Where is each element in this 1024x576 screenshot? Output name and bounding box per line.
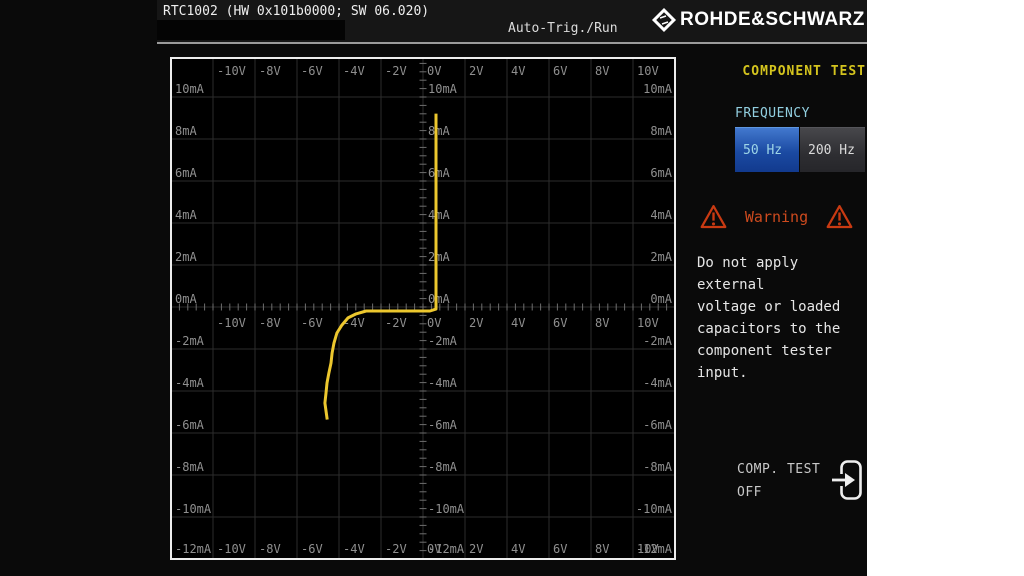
trigger-status: Auto-Trig./Run [508,21,618,36]
titlebar-black-box [157,20,345,40]
svg-text:8mA: 8mA [175,124,197,138]
svg-text:2mA: 2mA [175,250,197,264]
svg-text:4V: 4V [511,542,525,556]
svg-text:-4mA: -4mA [643,376,673,390]
svg-text:-8mA: -8mA [428,460,458,474]
iv-curve-canvas: -10V -8V -6V -4V -2V 0V 2V 4V 6V 8V 10V -10V -8V -6V -… [172,59,674,558]
frequency-button-group: 50 Hz 200 Hz [735,127,865,172]
svg-text:2V: 2V [469,316,483,330]
svg-text:10mA: 10mA [175,82,205,96]
svg-text:10mA: 10mA [428,82,458,96]
frequency-section-label: FREQUENCY [735,106,810,121]
svg-text:-8mA: -8mA [643,460,673,474]
svg-text:6V: 6V [553,542,567,556]
comp-test-off-button[interactable]: COMP. TEST OFF [737,458,866,504]
svg-text:6mA: 6mA [175,166,197,180]
titlebar-divider [157,42,867,44]
svg-text:-2mA: -2mA [428,334,458,348]
brand-name: ROHDE&SCHWARZ [680,9,865,31]
svg-text:8V: 8V [595,542,609,556]
svg-text:-2mA: -2mA [643,334,673,348]
svg-text:6mA: 6mA [650,166,672,180]
exit-icon [831,458,865,502]
svg-text:10V: 10V [637,316,659,330]
oscilloscope-screen: RTC1002 (HW 0x101b0000; SW 06.020) Auto-… [0,0,867,576]
svg-text:-8V: -8V [259,542,281,556]
svg-text:-10mA: -10mA [636,502,673,516]
svg-text:-6mA: -6mA [643,418,673,432]
svg-text:-4mA: -4mA [175,376,205,390]
frequency-200hz-button[interactable]: 200 Hz [800,127,865,172]
svg-text:0mA: 0mA [428,292,450,306]
comp-test-off-line1: COMP. TEST [737,458,820,481]
svg-text:-6mA: -6mA [175,418,205,432]
svg-text:-2V: -2V [385,64,407,78]
svg-text:-6V: -6V [301,64,323,78]
svg-text:0V: 0V [427,316,441,330]
svg-text:-2V: -2V [385,542,407,556]
svg-text:-4mA: -4mA [428,376,458,390]
warning-title: Warning [745,208,808,226]
svg-text:2mA: 2mA [428,250,450,264]
svg-text:-10V: -10V [217,542,246,556]
svg-text:6V: 6V [553,64,567,78]
svg-text:-8V: -8V [259,316,281,330]
page-title: COMPONENT TEST [690,64,866,79]
device-title: RTC1002 (HW 0x101b0000; SW 06.020) [163,4,429,19]
svg-text:-12mA: -12mA [175,542,212,556]
svg-text:4mA: 4mA [650,208,672,222]
svg-text:0V: 0V [427,64,441,78]
frequency-50hz-button[interactable]: 50 Hz [735,127,799,172]
svg-text:-4V: -4V [343,542,365,556]
svg-text:10mA: 10mA [643,82,673,96]
svg-text:10V: 10V [637,64,659,78]
svg-text:2V: 2V [469,542,483,556]
svg-text:0mA: 0mA [175,292,197,306]
svg-text:-10V: -10V [217,64,246,78]
svg-text:-6mA: -6mA [428,418,458,432]
brand-logo: ROHDE&SCHWARZ [651,7,865,33]
svg-text:-2mA: -2mA [175,334,205,348]
svg-text:-12mA: -12mA [428,542,465,556]
svg-text:2V: 2V [469,64,483,78]
svg-text:2mA: 2mA [650,250,672,264]
svg-text:8mA: 8mA [650,124,672,138]
svg-text:4V: 4V [511,64,525,78]
svg-text:-4V: -4V [343,64,365,78]
svg-text:-2V: -2V [385,316,407,330]
svg-text:8mA: 8mA [428,124,450,138]
svg-text:4mA: 4mA [428,208,450,222]
svg-text:-10V: -10V [217,316,246,330]
warning-message: Do not apply externalvoltage or loadedca… [697,252,869,384]
svg-text:4mA: 4mA [175,208,197,222]
svg-text:-10mA: -10mA [175,502,212,516]
svg-text:-8V: -8V [259,64,281,78]
svg-text:-8mA: -8mA [175,460,205,474]
svg-text:0mA: 0mA [650,292,672,306]
comp-test-off-label: COMP. TEST OFF [737,458,820,504]
warning-triangle-icon [699,203,728,231]
svg-text:8V: 8V [595,316,609,330]
svg-text:-6V: -6V [301,316,323,330]
iv-curve-plot: -10V -8V -6V -4V -2V 0V 2V 4V 6V 8V 10V -10V -8V -6V -… [170,57,676,560]
svg-text:-6V: -6V [301,542,323,556]
warning-triangle-icon [825,203,854,231]
svg-text:8V: 8V [595,64,609,78]
svg-text:-10mA: -10mA [428,502,465,516]
warning-header: Warning [699,202,854,232]
svg-text:6V: 6V [553,316,567,330]
comp-test-off-line2: OFF [737,481,820,504]
svg-text:4V: 4V [511,316,525,330]
svg-text:6mA: 6mA [428,166,450,180]
svg-text:-12mA: -12mA [636,542,673,556]
title-bar: RTC1002 (HW 0x101b0000; SW 06.020) Auto-… [157,0,867,42]
rohde-schwarz-diamond-icon [651,7,677,33]
